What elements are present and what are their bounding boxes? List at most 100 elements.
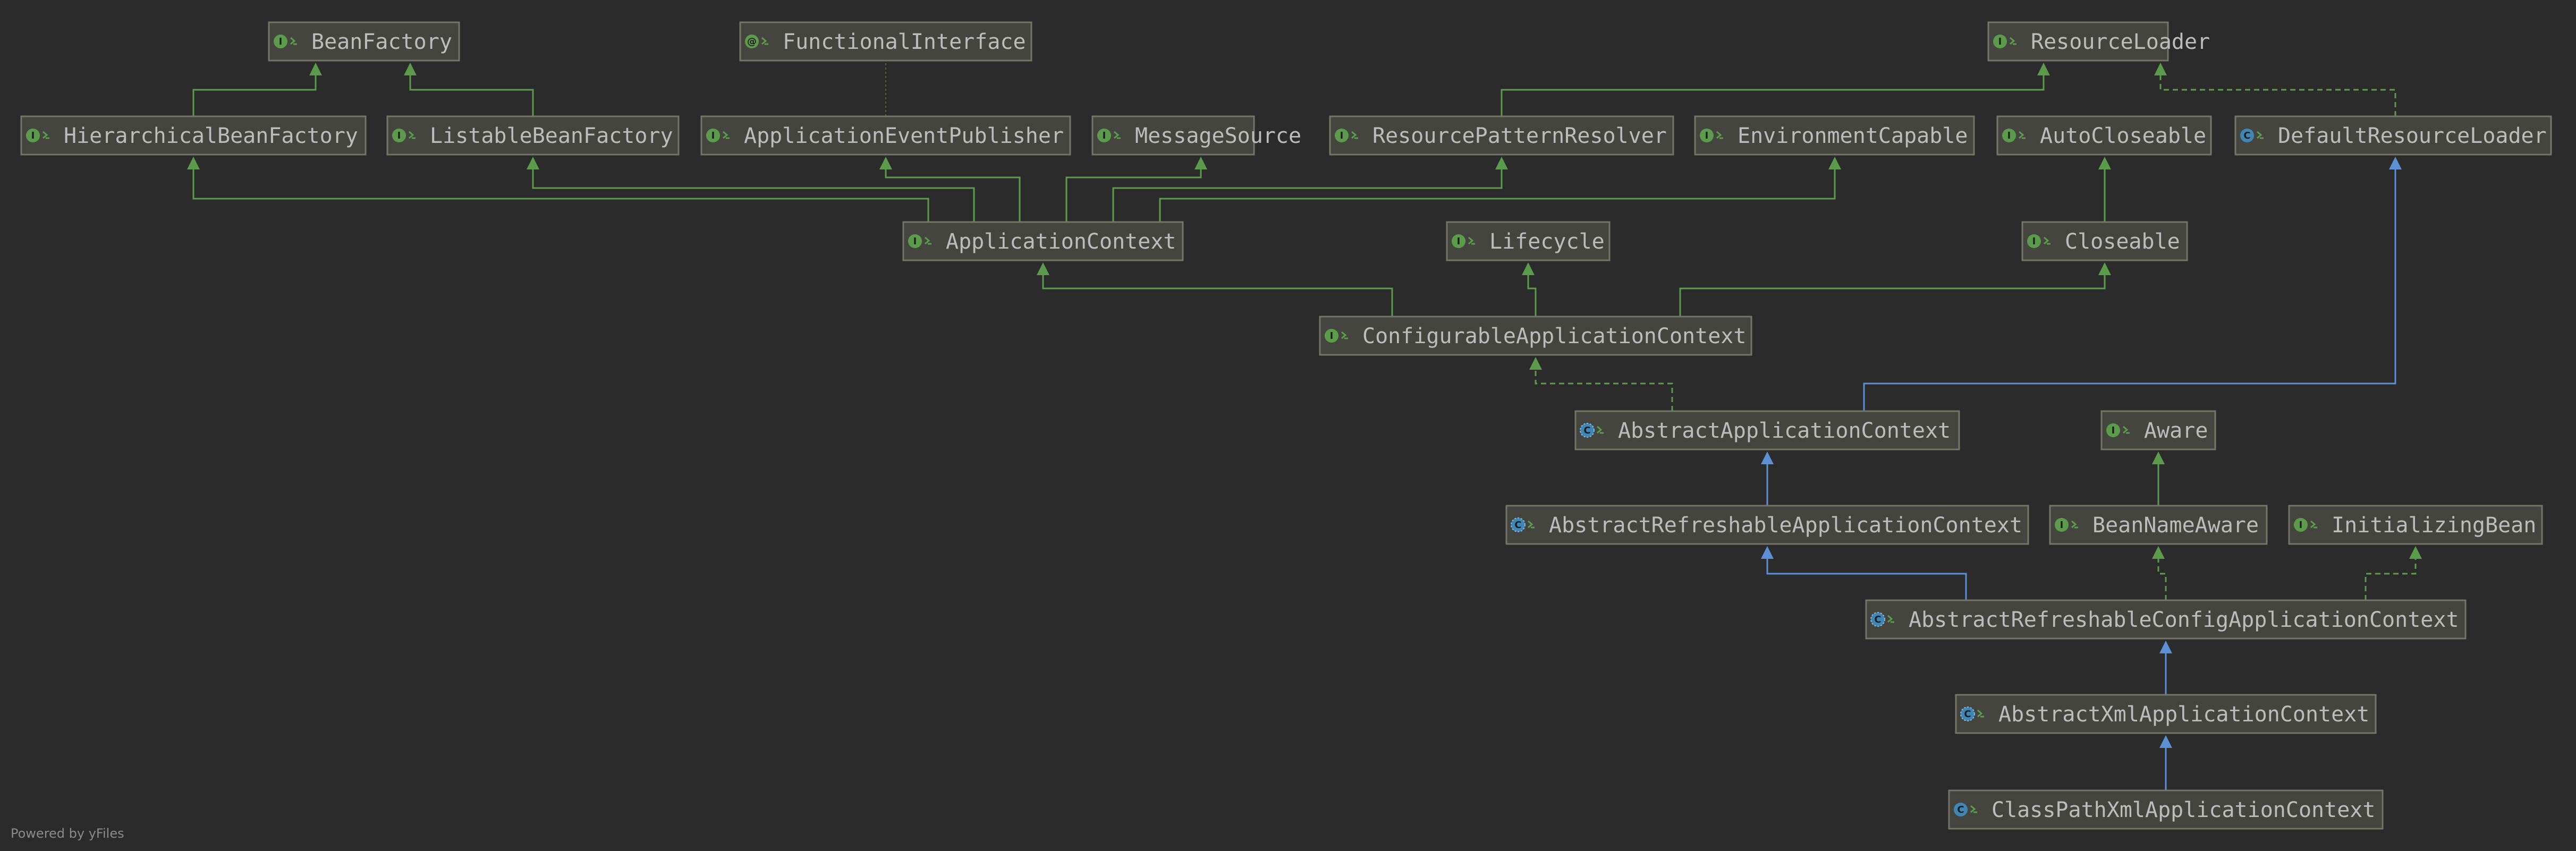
- svg-text:I: I: [397, 130, 401, 141]
- edge-line: [1065, 168, 1202, 222]
- edge-line: [2157, 558, 2167, 600]
- edge-application-context-to-listable-bean-factory: [527, 157, 975, 222]
- edge-line: [1863, 168, 2396, 411]
- node-label: DefaultResourceLoader: [2278, 124, 2547, 148]
- interface-icon: I: [2106, 423, 2120, 437]
- edge-arrowhead: [1761, 546, 1774, 559]
- node-resource-pattern-resolver[interactable]: I ResourcePatternResolver: [1329, 115, 1674, 156]
- interface-icon: I: [26, 129, 40, 142]
- svg-text:I: I: [279, 36, 283, 47]
- node-class-path-xml-application-context[interactable]: C ClassPathXmlApplicationContext: [1948, 789, 2384, 830]
- edge-arrowhead: [2098, 157, 2111, 169]
- edge-arrowhead: [1495, 157, 1508, 169]
- node-label: ApplicationContext: [946, 229, 1176, 254]
- node-abstract-application-context[interactable]: C AbstractApplicationContext: [1574, 410, 1960, 450]
- interface-icon: I: [2002, 129, 2016, 142]
- edge-hierarchical-bean-factory-to-bean-factory: [192, 63, 322, 116]
- node-hierarchical-bean-factory[interactable]: I HierarchicalBeanFactory: [20, 115, 367, 156]
- node-label: MessageSource: [1135, 124, 1301, 148]
- abstract-class-icon: C: [1580, 423, 1595, 438]
- node-label: ApplicationEventPublisher: [744, 124, 1064, 148]
- node-message-source[interactable]: I MessageSource: [1091, 115, 1301, 156]
- edge-application-context-to-hierarchical-bean-factory: [187, 157, 929, 222]
- node-abstract-refreshable-application-context[interactable]: C AbstractRefreshableApplicationContext: [1505, 505, 2029, 545]
- edge-line: [1766, 558, 1967, 600]
- interface-icon: I: [1335, 129, 1349, 142]
- node-label: AbstractRefreshableApplicationContext: [1549, 513, 2022, 538]
- edge-line: [192, 168, 929, 222]
- edge-line: [409, 74, 534, 116]
- node-default-resource-loader[interactable]: C DefaultResourceLoader: [2234, 115, 2552, 156]
- node-lifecycle[interactable]: I Lifecycle: [1446, 221, 1611, 261]
- node-label: AbstractXmlApplicationContext: [1998, 702, 2369, 727]
- node-configurable-application-context[interactable]: I ConfigurableApplicationContext: [1319, 316, 1752, 356]
- edge-abstract-application-context-to-default-resource-loader: [1863, 157, 2402, 411]
- svg-text:C: C: [1957, 804, 1964, 815]
- edge-line: [1679, 274, 2106, 317]
- node-label: FunctionalInterface: [783, 30, 1026, 54]
- nodes-layer: I BeanFactory @ FunctionalInterface I Resourc…: [20, 21, 2552, 830]
- svg-text:I: I: [1705, 130, 1709, 141]
- abstract-class-icon: C: [1511, 517, 1526, 532]
- node-closeable[interactable]: I Closeable: [2021, 221, 2188, 261]
- node-bean-name-aware[interactable]: I BeanNameAware: [2049, 505, 2268, 545]
- svg-text:I: I: [2032, 236, 2036, 247]
- node-label: BeanNameAware: [2092, 513, 2259, 538]
- abstract-class-icon: C: [1870, 612, 1885, 627]
- svg-text:C: C: [1874, 614, 1881, 625]
- abstract-class-icon: C: [1960, 707, 1975, 721]
- edge-line: [1527, 274, 1537, 317]
- interface-icon: I: [1993, 35, 2007, 48]
- node-aware[interactable]: I Aware: [2100, 410, 2216, 450]
- edge-configurable-application-context-to-lifecycle: [1522, 262, 1537, 317]
- edge-arrowhead: [879, 157, 892, 169]
- edge-abstract-xml-application-context-to-abstract-refreshable-config-application-context: [2159, 641, 2172, 695]
- node-environment-capable[interactable]: I EnvironmentCapable: [1694, 115, 1975, 156]
- node-label: Lifecycle: [1489, 229, 1605, 254]
- node-label: AbstractRefreshableConfigApplicationCont…: [1909, 608, 2459, 632]
- edge-line: [885, 168, 1021, 222]
- node-application-context[interactable]: I ApplicationContext: [902, 221, 1184, 261]
- edge-arrowhead: [2037, 63, 2050, 75]
- powered-by-footer: Powered by yFiles: [11, 826, 124, 841]
- interface-icon: I: [1700, 129, 1714, 142]
- edge-arrowhead: [2152, 452, 2165, 464]
- edge-bean-name-aware-to-aware: [2152, 452, 2165, 506]
- edge-arrowhead: [2152, 546, 2165, 559]
- node-bean-factory[interactable]: I BeanFactory: [268, 21, 460, 62]
- edge-arrowhead: [309, 63, 322, 75]
- node-listable-bean-factory[interactable]: I ListableBeanFactory: [386, 115, 680, 156]
- node-abstract-xml-application-context[interactable]: C AbstractXmlApplicationContext: [1955, 694, 2377, 734]
- node-abstract-refreshable-config-application-context[interactable]: C AbstractRefreshableConfigApplicationCon…: [1865, 599, 2467, 640]
- edges-layer: [187, 62, 2422, 790]
- edge-arrowhead: [1761, 452, 1774, 464]
- node-label: ConfigurableApplicationContext: [1362, 324, 1746, 348]
- edge-arrowhead: [2409, 546, 2422, 559]
- svg-text:C: C: [1514, 520, 1521, 531]
- edge-arrowhead: [187, 157, 200, 169]
- edge-configurable-application-context-to-closeable: [1679, 262, 2111, 317]
- class-diagram: I BeanFactory @ FunctionalInterface I Resourc…: [20, 21, 2552, 830]
- node-application-event-publisher[interactable]: I ApplicationEventPublisher: [700, 115, 1071, 156]
- edge-default-resource-loader-to-resource-loader: [2154, 63, 2396, 116]
- edge-arrowhead: [2159, 641, 2172, 653]
- edge-arrowhead: [2389, 157, 2402, 169]
- node-resource-loader[interactable]: I ResourceLoader: [1987, 21, 2210, 62]
- node-label: ListableBeanFactory: [430, 124, 673, 148]
- node-auto-closeable[interactable]: I AutoCloseable: [1996, 115, 2212, 156]
- edge-line: [532, 168, 975, 222]
- interface-icon: I: [392, 129, 406, 142]
- edge-line: [1112, 168, 1503, 222]
- edge-configurable-application-context-to-application-context: [1037, 262, 1393, 317]
- class-icon: C: [1954, 803, 1968, 816]
- svg-text:I: I: [1340, 130, 1344, 141]
- interface-icon: I: [1325, 329, 1338, 343]
- interface-icon: I: [274, 35, 287, 48]
- edge-line: [1159, 168, 1836, 222]
- edge-line: [1501, 74, 2045, 116]
- svg-text:C: C: [1583, 425, 1590, 436]
- node-initializing-bean[interactable]: I InitializingBean: [2288, 505, 2543, 545]
- interface-icon: I: [908, 234, 922, 248]
- node-label: ResourceLoader: [2031, 30, 2210, 54]
- node-functional-interface[interactable]: @ FunctionalInterface: [739, 21, 1032, 62]
